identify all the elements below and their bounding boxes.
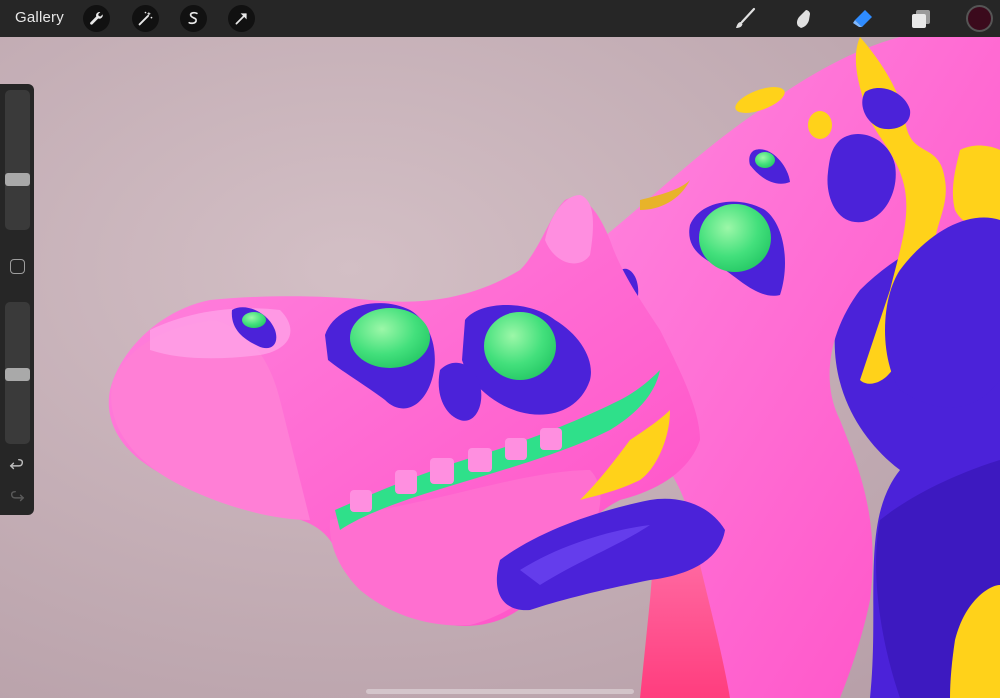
undo-button[interactable] bbox=[8, 456, 26, 474]
modify-button[interactable] bbox=[10, 259, 25, 274]
procreate-app: Gallery bbox=[0, 0, 1000, 698]
brush-tool-button[interactable] bbox=[731, 5, 759, 33]
left-sidebar bbox=[0, 84, 34, 515]
opacity-thumb[interactable] bbox=[5, 368, 30, 381]
selection-s-icon bbox=[188, 11, 198, 25]
brush-size-thumb[interactable] bbox=[5, 173, 30, 186]
adjustments-button[interactable] bbox=[132, 5, 159, 32]
magic-wand-icon bbox=[138, 11, 153, 26]
transform-button[interactable] bbox=[228, 5, 255, 32]
artwork bbox=[0, 37, 1000, 698]
actions-button[interactable] bbox=[83, 5, 110, 32]
eraser-icon bbox=[853, 10, 872, 27]
neck-eye bbox=[699, 204, 771, 272]
color-picker-button[interactable] bbox=[966, 5, 993, 32]
home-indicator[interactable] bbox=[366, 689, 634, 694]
top-toolbar: Gallery bbox=[0, 0, 1000, 37]
eye-left bbox=[350, 308, 430, 368]
undo-icon bbox=[9, 458, 24, 470]
brush-icon bbox=[736, 7, 756, 28]
layers-icon bbox=[912, 10, 930, 28]
redo-button[interactable] bbox=[8, 488, 26, 506]
drawing-canvas[interactable] bbox=[0, 37, 1000, 698]
eraser-tool-button[interactable] bbox=[849, 5, 877, 33]
redo-icon bbox=[10, 490, 25, 502]
smudge-icon bbox=[796, 10, 810, 28]
transform-arrow-icon bbox=[235, 13, 247, 25]
smudge-tool-button[interactable] bbox=[790, 5, 818, 33]
gallery-button[interactable]: Gallery bbox=[15, 8, 64, 28]
selection-button[interactable] bbox=[180, 5, 207, 32]
layers-button[interactable] bbox=[907, 5, 935, 33]
opacity-slider[interactable] bbox=[5, 302, 30, 444]
wrench-icon bbox=[90, 12, 103, 25]
eye-right bbox=[484, 312, 556, 380]
brush-size-slider[interactable] bbox=[5, 90, 30, 230]
